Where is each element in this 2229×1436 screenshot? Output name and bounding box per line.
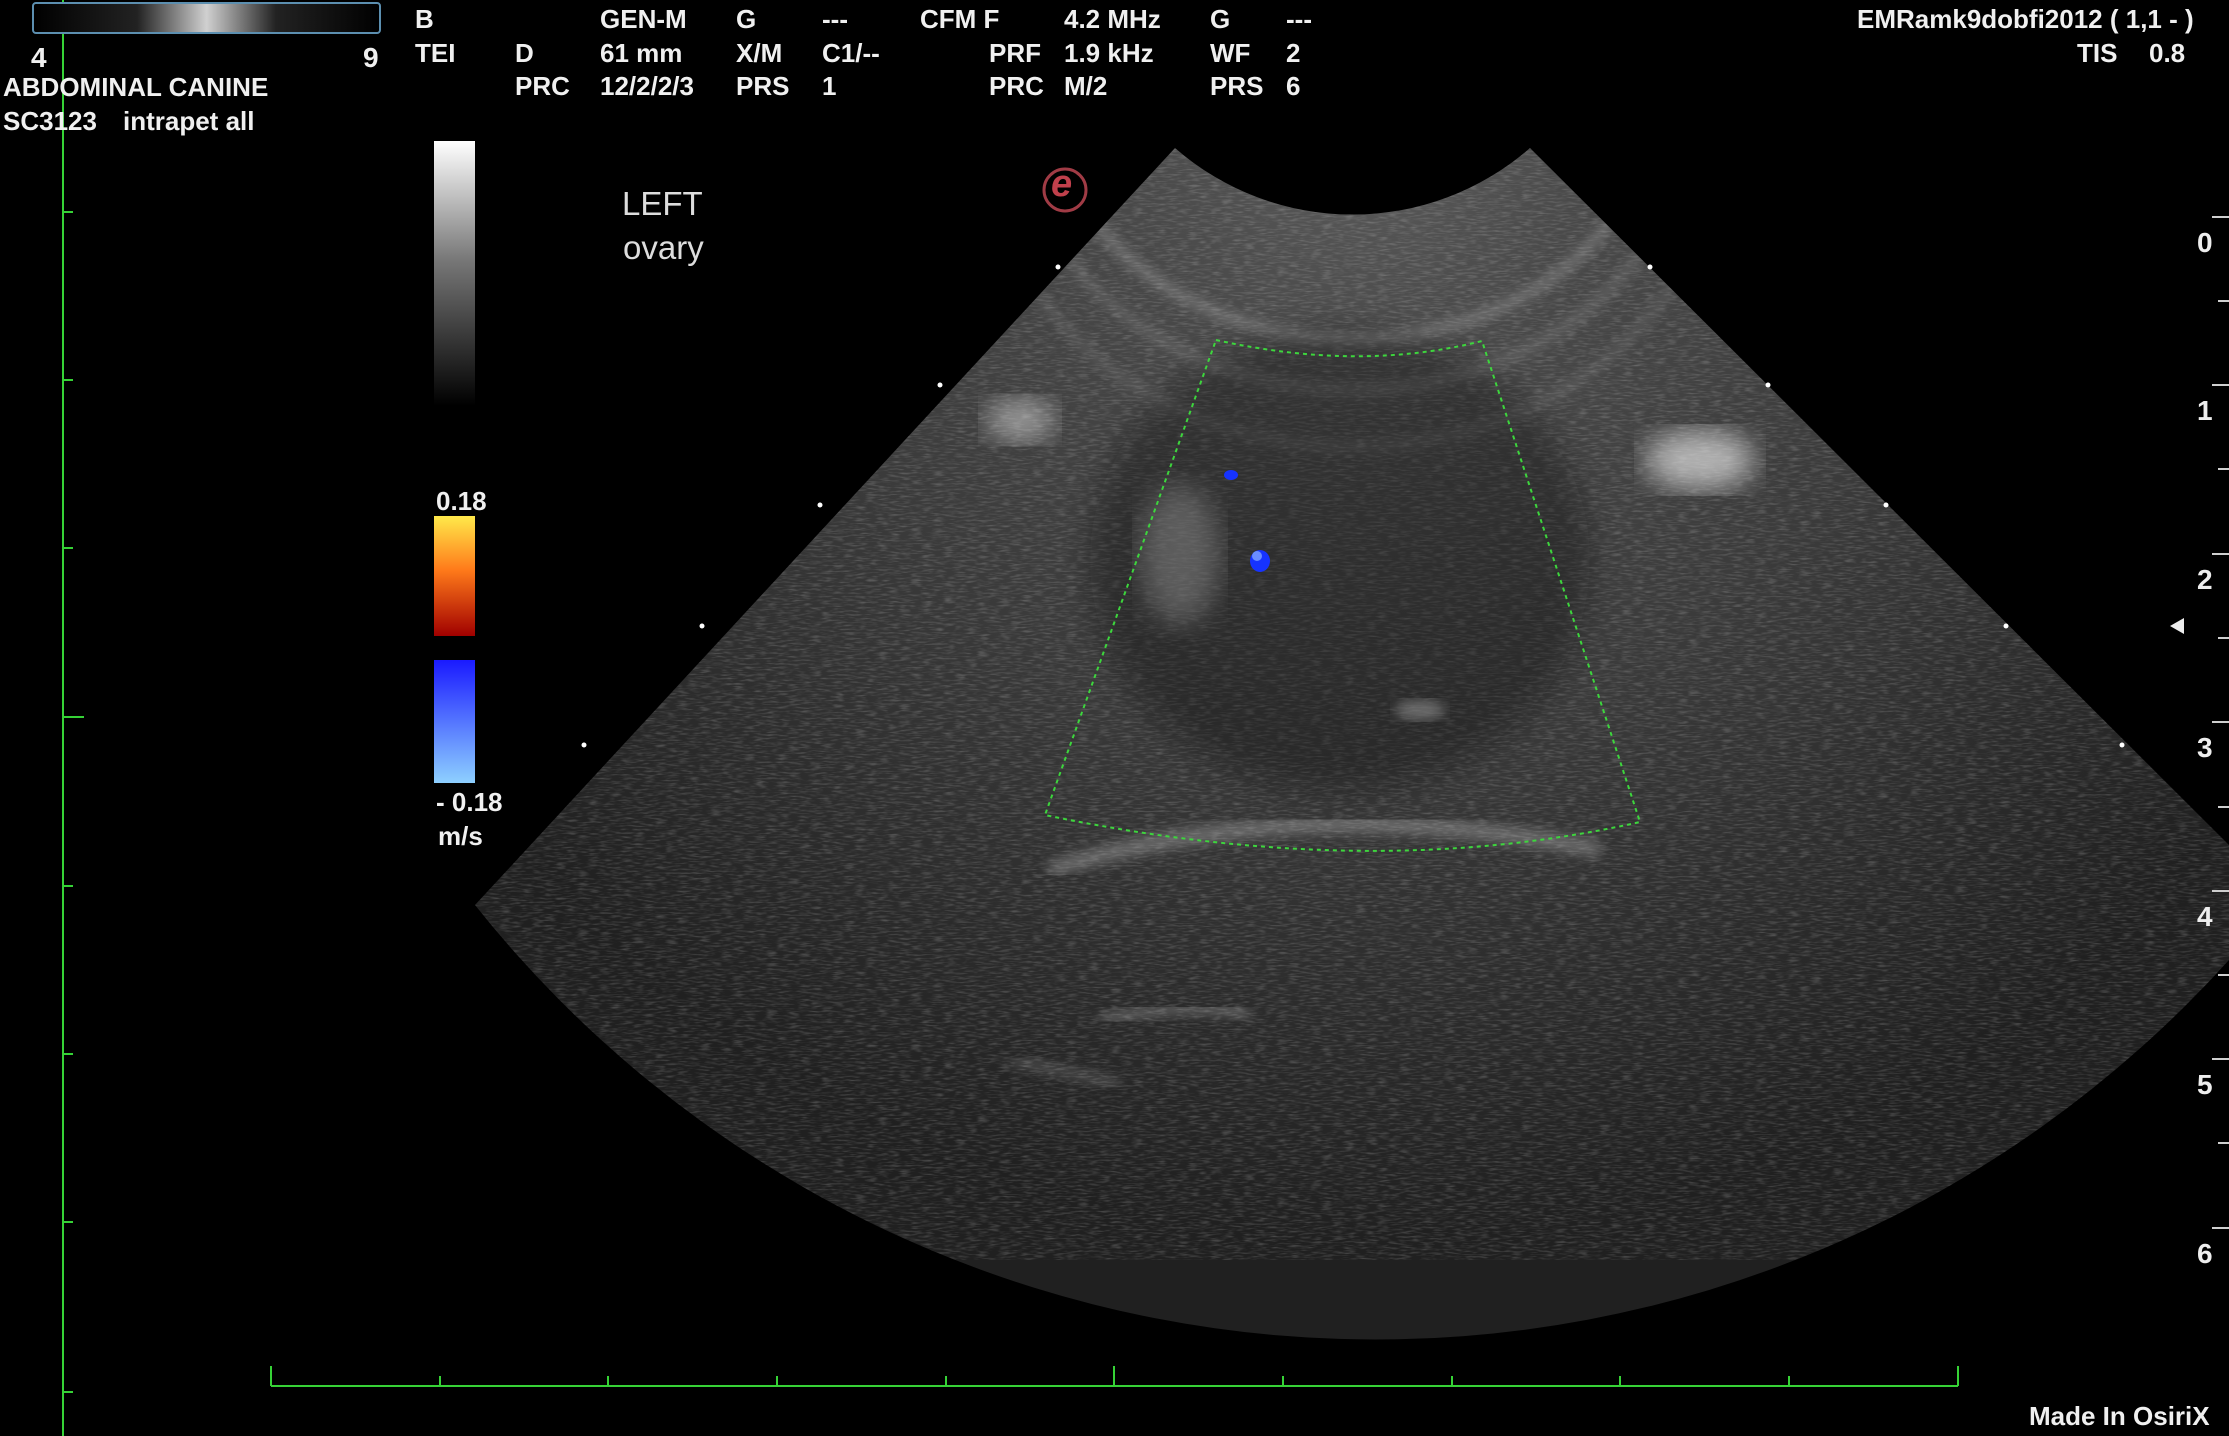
color-scale-positive xyxy=(434,516,475,636)
param: PRC xyxy=(515,71,570,101)
param: D xyxy=(515,38,534,68)
param: TEI xyxy=(415,38,456,68)
depth-label-4: 4 xyxy=(2197,901,2213,932)
param: PRF xyxy=(989,38,1041,68)
annotation-organ: ovary xyxy=(623,229,704,266)
ultrasound-image xyxy=(32,0,2229,1436)
header-id: EMRamk9dobfi2012 ( 1,1 - ) xyxy=(1857,4,2194,34)
param: X/M xyxy=(736,38,783,68)
param: G xyxy=(1210,4,1231,34)
param: 4.2 MHz xyxy=(1064,4,1161,34)
annotation-side: LEFT xyxy=(622,185,703,222)
param: PRS xyxy=(1210,71,1264,101)
gain-bar-min: 4 xyxy=(31,42,47,73)
param: M/2 xyxy=(1064,71,1108,101)
param: CFM F xyxy=(920,4,1000,34)
param: WF xyxy=(1210,38,1251,68)
depth-label-2: 2 xyxy=(2197,564,2213,595)
depth-label-1: 1 xyxy=(2197,395,2213,426)
focus-marker-icon[interactable] xyxy=(2170,618,2184,634)
depth-scale-ticks xyxy=(2212,216,2229,1229)
probe-id: SC3123 xyxy=(3,106,97,136)
param: G xyxy=(736,4,757,34)
param: 6 xyxy=(1286,71,1301,101)
param: --- xyxy=(1286,4,1312,34)
param: 61 mm xyxy=(600,38,683,68)
param: PRC xyxy=(989,71,1044,101)
bottom-ruler xyxy=(270,1366,1959,1387)
exam-preset: ABDOMINAL CANINE xyxy=(3,72,269,102)
depth-label-5: 5 xyxy=(2197,1069,2213,1100)
sector-fan xyxy=(475,148,2229,1340)
param: 2 xyxy=(1286,38,1301,68)
param: PRS xyxy=(736,71,790,101)
velocity-unit: m/s xyxy=(438,821,483,851)
depth-label-3: 3 xyxy=(2197,732,2213,763)
tis-label: TIS xyxy=(2077,38,2118,68)
grayscale-bar xyxy=(434,141,475,406)
param: --- xyxy=(822,4,848,34)
velocity-max: 0.18 xyxy=(436,486,487,516)
param: GEN-M xyxy=(600,4,687,34)
param: 1 xyxy=(822,71,837,101)
gain-bar-max: 9 xyxy=(363,42,379,73)
color-scale-negative xyxy=(434,660,475,783)
param: C1/-- xyxy=(822,38,880,68)
gain-bar xyxy=(32,2,381,34)
param: 1.9 kHz xyxy=(1064,38,1154,68)
depth-label-6: 6 xyxy=(2197,1238,2213,1269)
left-ruler xyxy=(62,0,84,1436)
osirix-credit: Made In OsiriX xyxy=(2029,1401,2210,1431)
logo-glyph: e xyxy=(1051,163,1073,205)
preset-sub: intrapet all xyxy=(123,106,255,136)
tis-value: 0.8 xyxy=(2149,38,2186,68)
param: 12/2/2/3 xyxy=(600,71,694,101)
param: B xyxy=(415,4,434,34)
velocity-min: - 0.18 xyxy=(436,787,503,817)
depth-label-0: 0 xyxy=(2197,227,2213,258)
